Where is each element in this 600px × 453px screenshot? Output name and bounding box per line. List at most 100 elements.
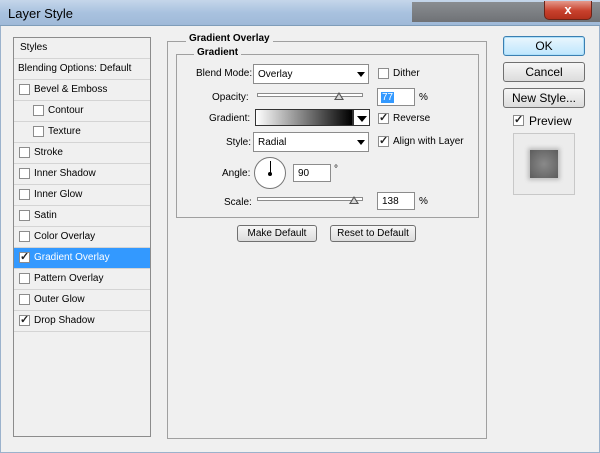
style-item-label: Satin [34, 210, 57, 221]
new-style-button[interactable]: New Style... [503, 88, 585, 108]
window-title: Layer Style [8, 6, 74, 21]
styles-header: Styles [20, 42, 48, 53]
style-item-label: Gradient Overlay [34, 252, 110, 263]
scale-unit: % [419, 196, 428, 207]
style-item-gradient-overlay[interactable]: ✓ Gradient Overlay [14, 248, 150, 269]
close-button[interactable]: x [544, 1, 592, 20]
style-preview [513, 133, 575, 195]
opacity-slider-thumb[interactable] [333, 92, 344, 100]
style-item-label: Stroke [34, 147, 63, 158]
style-checkbox[interactable] [19, 210, 30, 221]
blend-mode-label: Blend Mode: [196, 68, 253, 79]
gradient-label: Gradient: [209, 113, 251, 124]
style-checkbox[interactable]: ✓ [19, 314, 30, 326]
dither-checkbox[interactable] [378, 68, 389, 79]
angle-unit: ° [334, 164, 338, 175]
style-item-inner-shadow[interactable]: Inner Shadow [14, 164, 150, 185]
style-checkbox[interactable] [33, 105, 44, 116]
gradient-picker-button[interactable] [353, 109, 370, 126]
preview-label: Preview [529, 114, 572, 128]
style-item-label: Contour [48, 105, 84, 116]
opacity-unit: % [419, 92, 428, 103]
style-item-inner-glow[interactable]: Inner Glow [14, 185, 150, 206]
cancel-label: Cancel [525, 65, 563, 79]
gradient-preview[interactable] [255, 109, 353, 126]
style-item-texture[interactable]: Texture [14, 122, 150, 143]
style-value: Radial [258, 137, 287, 148]
reset-to-default-button[interactable]: Reset to Default [330, 225, 416, 242]
style-checkbox[interactable] [19, 189, 30, 200]
scale-value: 138 [382, 196, 399, 207]
scale-slider-thumb[interactable] [349, 196, 359, 204]
check-icon: ✓ [20, 314, 30, 326]
title-bar: Layer Style x [0, 0, 600, 26]
opacity-value: 77 [381, 92, 395, 103]
style-item-satin[interactable]: Satin [14, 206, 150, 227]
style-checkbox[interactable] [33, 126, 44, 137]
new-style-label: New Style... [511, 91, 577, 105]
style-checkbox[interactable]: ✓ [19, 251, 30, 263]
reverse-label: Reverse [393, 113, 431, 124]
align-with-layer-label: Align with Layer [393, 136, 464, 147]
style-item-bevel-emboss[interactable]: Bevel & Emboss [14, 80, 150, 101]
ok-label: OK [535, 39, 553, 53]
cancel-button[interactable]: Cancel [503, 62, 585, 82]
make-default-label: Make Default [247, 228, 307, 239]
style-label: Style: [226, 137, 252, 148]
check-icon: ✓ [379, 135, 389, 147]
blend-mode-select[interactable]: Overlay [253, 64, 369, 84]
style-item-outer-glow[interactable]: Outer Glow [14, 290, 150, 311]
blending-options-row[interactable]: Blending Options: Default [14, 59, 150, 80]
scale-input[interactable]: 138 [377, 192, 415, 210]
check-icon: ✓ [514, 114, 524, 126]
dither-label: Dither [393, 68, 420, 79]
opacity-slider[interactable] [257, 93, 363, 97]
style-checkbox[interactable] [19, 84, 30, 95]
style-item-pattern-overlay[interactable]: Pattern Overlay [14, 269, 150, 290]
angle-value: 90 [298, 168, 310, 179]
style-item-label: Texture [48, 126, 81, 137]
style-checkbox[interactable] [19, 294, 30, 305]
check-icon: ✓ [379, 112, 389, 124]
section-title: Gradient Overlay [186, 33, 273, 44]
blend-mode-value: Overlay [258, 69, 293, 80]
angle-center-dot [268, 172, 272, 176]
ok-button[interactable]: OK [503, 36, 585, 56]
preview-checkbox[interactable]: ✓ [513, 114, 524, 126]
opacity-label: Opacity: [212, 92, 249, 103]
style-item-label: Inner Glow [34, 189, 83, 200]
chevron-down-icon [357, 116, 367, 122]
style-item-label: Color Overlay [34, 231, 96, 242]
angle-input[interactable]: 90 [293, 164, 331, 182]
chevron-down-icon [357, 140, 365, 145]
check-icon: ✓ [20, 251, 30, 263]
style-item-label: Pattern Overlay [34, 273, 104, 284]
styles-header-row[interactable]: Styles [14, 38, 150, 59]
style-item-label: Outer Glow [34, 294, 85, 305]
style-checkbox[interactable] [19, 273, 30, 284]
style-item-stroke[interactable]: Stroke [14, 143, 150, 164]
make-default-button[interactable]: Make Default [237, 225, 317, 242]
style-item-label: Bevel & Emboss [34, 84, 108, 95]
scale-label: Scale: [224, 197, 252, 208]
style-checkbox[interactable] [19, 231, 30, 242]
angle-dial[interactable] [254, 157, 286, 189]
style-item-label: Drop Shadow [34, 315, 95, 326]
style-checkbox[interactable] [19, 168, 30, 179]
style-item-color-overlay[interactable]: Color Overlay [14, 227, 150, 248]
styles-list: Styles Blending Options: Default Bevel &… [13, 37, 151, 437]
angle-label: Angle: [222, 168, 251, 179]
align-with-layer-checkbox[interactable]: ✓ [378, 135, 389, 147]
group-title: Gradient [194, 47, 242, 58]
scale-slider[interactable] [257, 197, 363, 201]
style-item-contour[interactable]: Contour [14, 101, 150, 122]
style-item-label: Inner Shadow [34, 168, 96, 179]
chevron-down-icon [357, 72, 365, 77]
style-select[interactable]: Radial [253, 132, 369, 152]
style-checkbox[interactable] [19, 147, 30, 158]
reverse-checkbox[interactable]: ✓ [378, 112, 389, 124]
preview-swatch [530, 150, 558, 178]
style-item-drop-shadow[interactable]: ✓ Drop Shadow [14, 311, 150, 332]
blending-options-label: Blending Options: Default [18, 63, 132, 74]
opacity-input[interactable]: 77 [377, 88, 415, 106]
